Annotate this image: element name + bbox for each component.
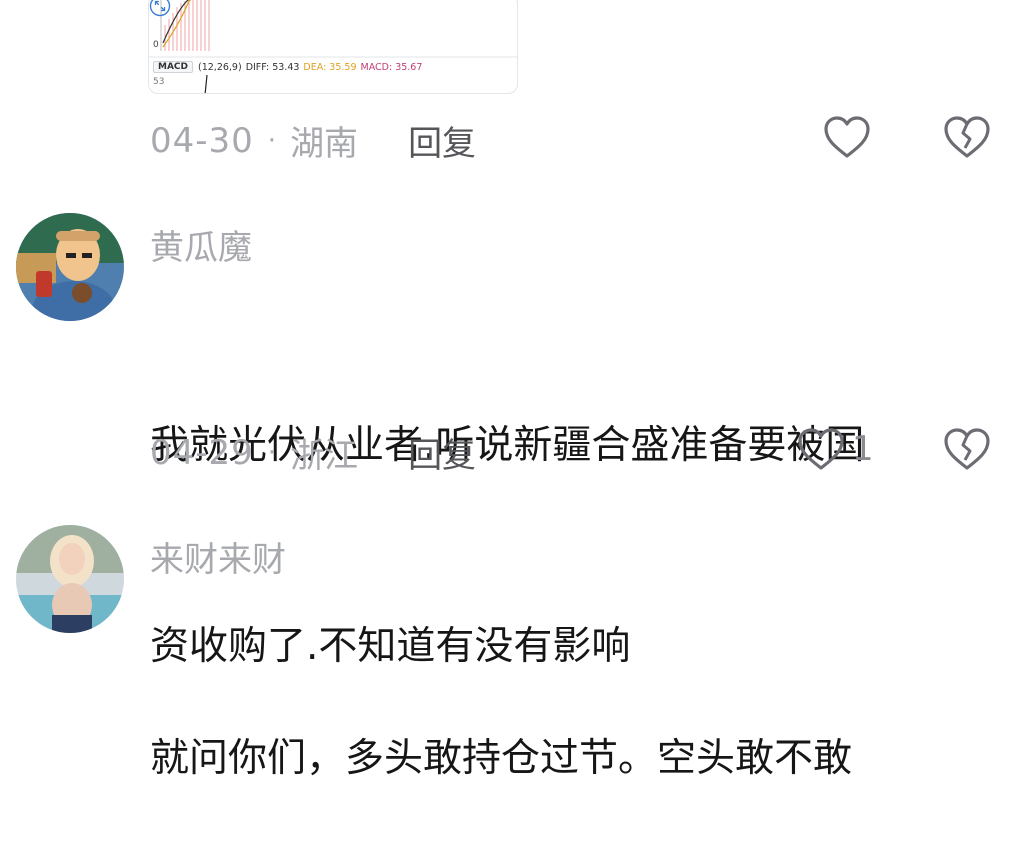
- comment-date: 04-30: [150, 120, 254, 161]
- macd-diff-value: DIFF: 53.43: [245, 61, 300, 73]
- avatar-woman-photo-icon: [16, 525, 124, 633]
- macd-tag[interactable]: MACD: [153, 61, 193, 73]
- like-heart-icon[interactable]: [822, 114, 872, 162]
- avatar[interactable]: [16, 525, 124, 633]
- comment-location: 浙江: [290, 436, 359, 476]
- avatar-cartoon-man-icon: [16, 213, 124, 321]
- comment-meta-row: 04-29 · 浙江 回复: [150, 428, 476, 477]
- reply-button[interactable]: 回复: [408, 428, 476, 477]
- chart-low-label: 53: [153, 77, 165, 87]
- macd-dea-value: DEA: 35.59: [303, 61, 357, 73]
- separator-dot: ·: [267, 125, 277, 156]
- dislike-broken-heart-icon[interactable]: [942, 114, 992, 162]
- avatar[interactable]: [16, 213, 124, 321]
- macd-indicator-bar: MACD (12,26,9) DIFF: 53.43 DEA: 35.59 MA…: [153, 59, 422, 75]
- chart-macd-stub: [204, 74, 208, 93]
- chart-zero-label: 0: [153, 40, 159, 50]
- comment-meta-row: 04-30 · 湖南 回复: [150, 116, 476, 165]
- macd-macd-value: MACD: 35.67: [360, 61, 423, 73]
- comment-location: 湖南: [290, 124, 359, 164]
- username[interactable]: 黄瓜魔: [150, 220, 252, 269]
- kline-chart-thumbnail[interactable]: 0 MACD (12,26,9) DIFF: 53.43 DEA: 35.59 …: [148, 0, 518, 94]
- reply-button[interactable]: 回复: [408, 116, 476, 165]
- dislike-broken-heart-icon[interactable]: [942, 426, 992, 474]
- macd-params: (12,26,9): [198, 61, 242, 73]
- chart-graphic: [149, 0, 517, 93]
- comment-text-line: 就问你们，多头敢持仓过节。空头敢不敢: [150, 736, 853, 781]
- like-heart-icon[interactable]: [796, 426, 846, 474]
- comment-text: 就问你们，多头敢持仓过节。空头敢不敢: [150, 591, 990, 859]
- like-count: 1: [852, 429, 874, 469]
- comment-date: 04-29: [150, 432, 254, 473]
- expand-icon[interactable]: [149, 0, 171, 17]
- username[interactable]: 来财来财: [150, 532, 286, 581]
- separator-dot: ·: [267, 437, 277, 468]
